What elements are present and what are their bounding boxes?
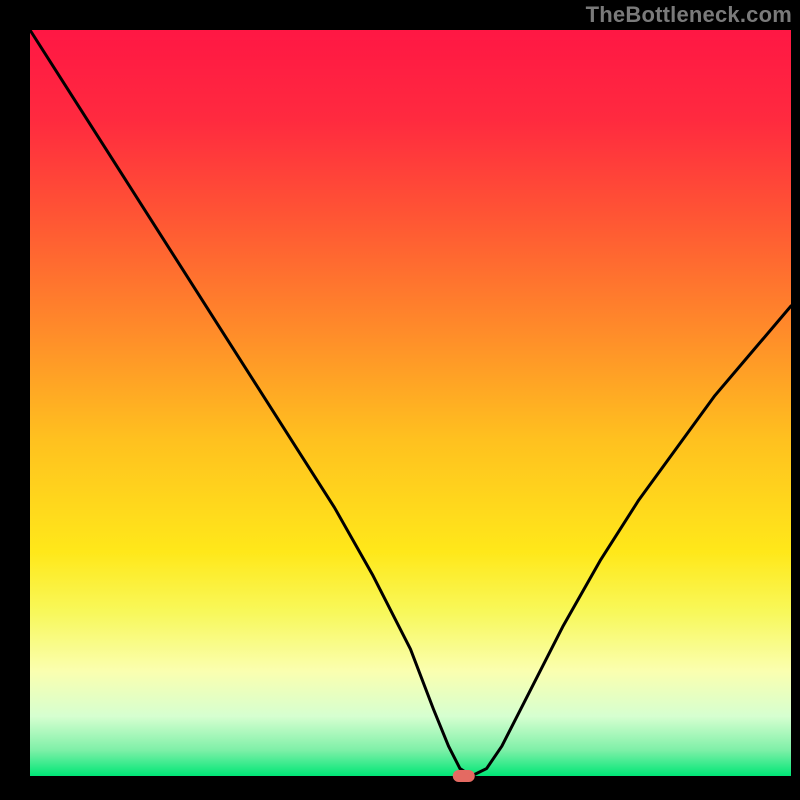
bottleneck-chart <box>0 0 800 800</box>
minimum-marker <box>453 770 475 782</box>
plot-background <box>30 30 791 776</box>
watermark-text: TheBottleneck.com <box>586 2 792 28</box>
chart-container: TheBottleneck.com <box>0 0 800 800</box>
